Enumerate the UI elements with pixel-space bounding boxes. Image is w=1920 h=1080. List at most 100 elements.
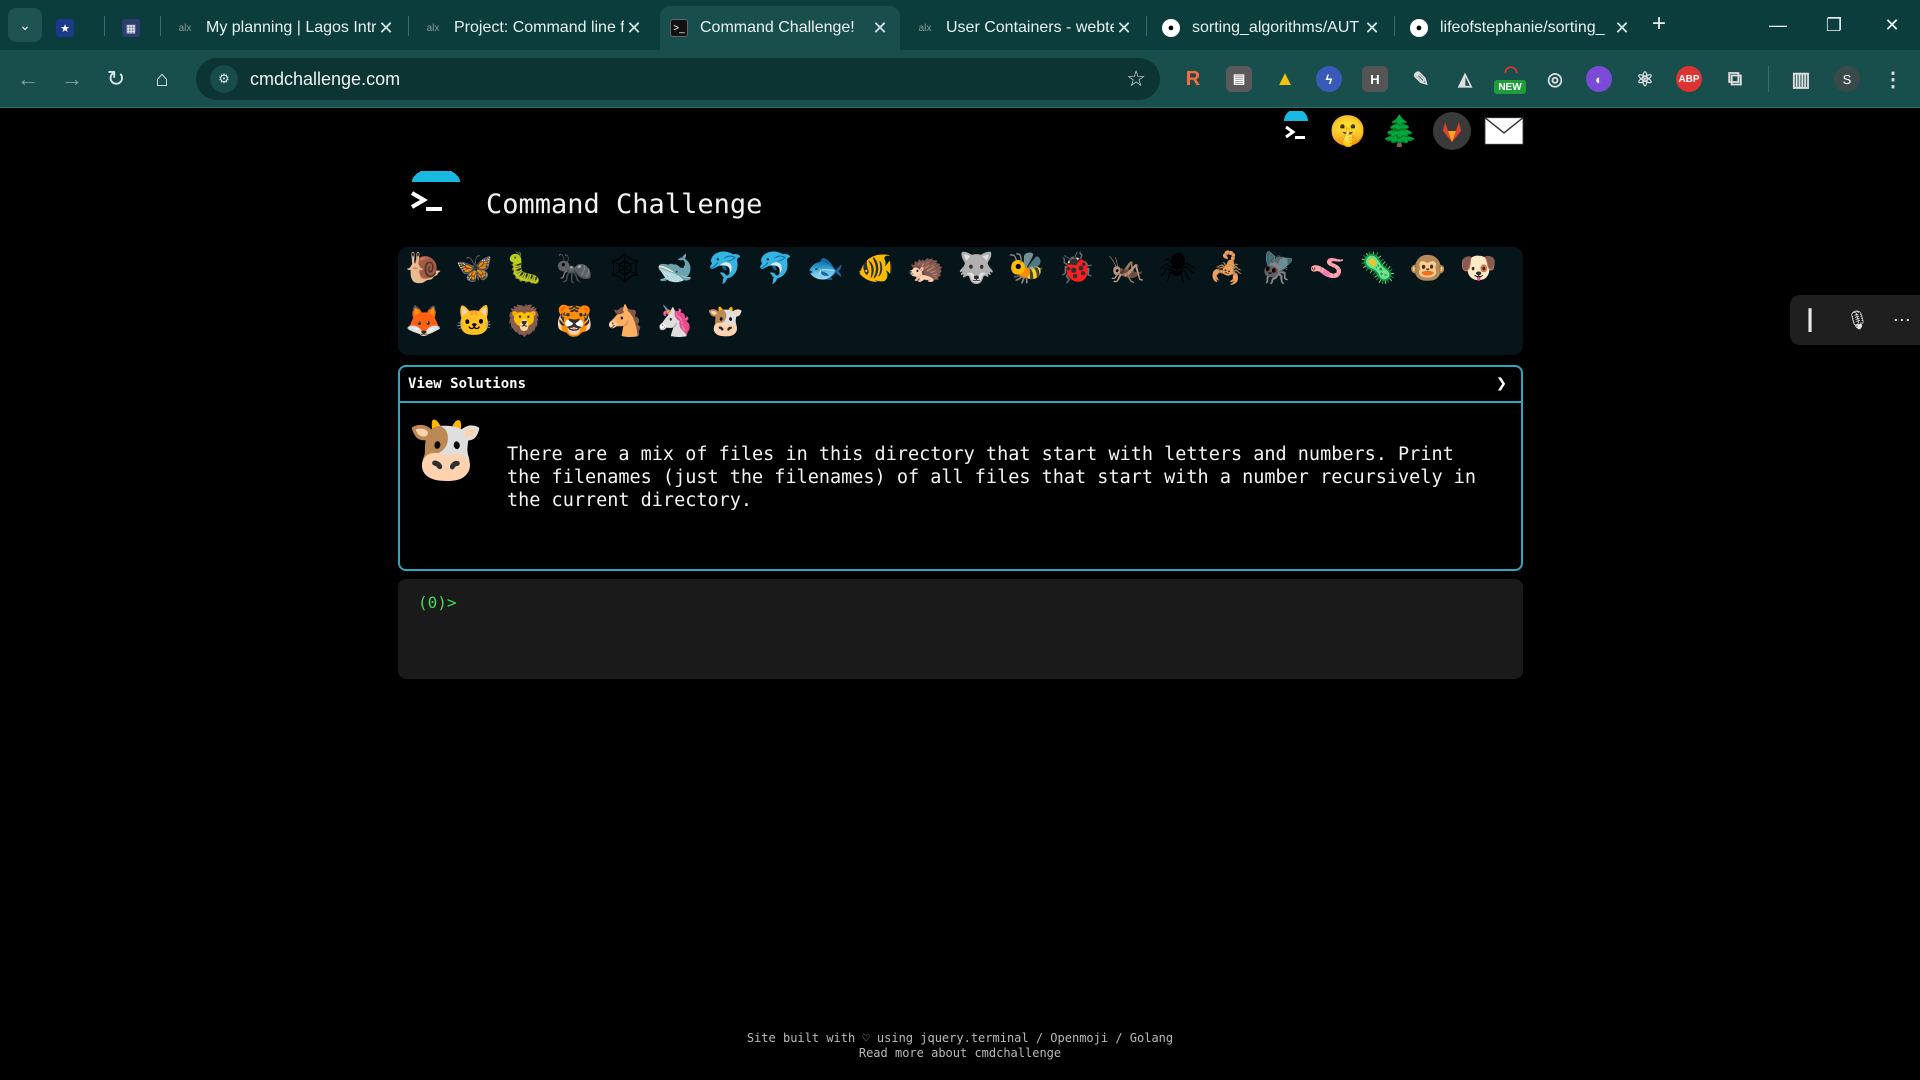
extension-r-icon[interactable]: R — [1180, 66, 1206, 92]
level-1-13-icon[interactable]: 🐝 — [1006, 249, 1046, 289]
toolbar-separator — [1768, 66, 1769, 92]
level-1-4-icon[interactable]: 🐜 — [555, 249, 595, 289]
close-window-icon[interactable]: ✕ — [1872, 8, 1912, 42]
terminal[interactable]: (0)> — [398, 579, 1523, 679]
extension-printer-icon[interactable]: ▤ — [1226, 66, 1252, 92]
page-content: 🤫 🌲 Command Challenge 🐌🦋🐛🐜🕸🐋🐬🐬🐟🐠🦔🐺🐝🐞🦗🕷� — [0, 109, 1920, 1080]
extension-rainbow-icon[interactable]: ◠ — [1498, 62, 1524, 82]
alx-icon: alx — [426, 22, 440, 34]
extensions-puzzle-icon[interactable]: ⧉ — [1722, 66, 1748, 92]
tab-pinned-2[interactable]: ▦ — [122, 6, 162, 50]
close-icon[interactable]: ✕ — [1612, 18, 1632, 39]
view-solutions-toggle[interactable]: View Solutions ❯ — [400, 367, 1521, 403]
envelope-icon[interactable] — [1484, 111, 1524, 151]
level-2-7-icon[interactable]: 🐮 — [705, 302, 745, 342]
close-icon[interactable]: ✕ — [1362, 18, 1382, 39]
extension-bird-icon[interactable]: ◭ — [1452, 66, 1478, 92]
forward-icon[interactable]: → — [56, 63, 88, 95]
url-text[interactable]: cmdchallenge.com — [250, 69, 400, 90]
tree-icon[interactable]: 🌲 — [1380, 111, 1420, 151]
drive-icon[interactable]: ▲ — [1272, 66, 1298, 92]
level-1-9-icon[interactable]: 🐟 — [806, 249, 846, 289]
new-tab-button[interactable]: + — [1652, 10, 1666, 38]
lightbulb-icon[interactable]: ◎ — [1542, 66, 1568, 92]
reload-icon[interactable]: ↻ — [100, 63, 132, 95]
react-devtools-icon[interactable]: ⚛ — [1632, 66, 1658, 92]
eyedropper-icon[interactable]: ✎ — [1408, 66, 1434, 92]
level-1-11-icon[interactable]: 🦔 — [906, 249, 946, 289]
extension-h-icon[interactable]: H — [1362, 66, 1388, 92]
level-1-12-icon[interactable]: 🐺 — [956, 249, 996, 289]
menu-dots-icon[interactable]: ⋮ — [1880, 66, 1906, 92]
home-icon[interactable]: ⌂ — [146, 63, 178, 95]
drag-handle-icon[interactable]: ┃ — [1804, 308, 1816, 333]
close-icon[interactable]: ✕ — [870, 18, 890, 39]
gitlab-icon[interactable] — [1432, 111, 1472, 151]
level-1-21-icon[interactable]: 🐵 — [1408, 249, 1448, 289]
star-icon: ★ — [56, 19, 74, 37]
level-2-2-icon[interactable]: 🐱 — [454, 302, 494, 342]
terminal-logo-icon[interactable] — [1276, 111, 1316, 151]
side-panel-icon[interactable]: ▥ — [1788, 66, 1814, 92]
address-bar[interactable]: ⚙ cmdchallenge.com ☆ — [196, 58, 1160, 100]
tab-command-challenge[interactable]: >_ Command Challenge! ✕ — [660, 6, 900, 50]
tab-sorting-algorithms[interactable]: ● sorting_algorithms/AUT ✕ — [1162, 6, 1382, 50]
profile-avatar[interactable]: S — [1834, 66, 1860, 92]
level-1-14-icon[interactable]: 🐞 — [1057, 249, 1097, 289]
github-icon: ● — [1162, 19, 1180, 37]
close-icon[interactable]: ✕ — [1114, 18, 1134, 39]
close-icon[interactable]: ✕ — [624, 18, 644, 39]
tab-separator — [160, 16, 161, 36]
footer-read-more-link[interactable]: Read more about cmdchallenge — [0, 1046, 1920, 1061]
level-1-19-icon[interactable]: 🪱 — [1308, 249, 1348, 289]
level-1-3-icon[interactable]: 🐛 — [504, 249, 544, 289]
extension-gradient-icon[interactable]: ◐ — [1586, 66, 1612, 92]
extension-bolt-icon[interactable]: ϟ — [1316, 66, 1342, 92]
tab-lifeofstephanie-sorting[interactable]: ● lifeofstephanie/sorting_ ✕ — [1410, 6, 1632, 50]
level-1-7-icon[interactable]: 🐬 — [705, 249, 745, 289]
adblock-plus-icon[interactable]: ABP — [1676, 66, 1702, 92]
level-1-22-icon[interactable]: 🐶 — [1458, 249, 1498, 289]
view-solutions-label: View Solutions — [408, 376, 527, 392]
level-1-8-icon[interactable]: 🐬 — [755, 249, 795, 289]
close-icon[interactable]: ✕ — [376, 18, 396, 39]
microphone-icon[interactable]: 🎙 — [1846, 310, 1869, 331]
site-logo — [408, 168, 464, 227]
back-icon[interactable]: ← — [12, 63, 44, 95]
tab-user-containers[interactable]: alx User Containers - webte ✕ — [916, 6, 1134, 50]
level-1-1-icon[interactable]: 🐌 — [404, 249, 444, 289]
level-1-17-icon[interactable]: 🦂 — [1207, 249, 1247, 289]
tab-my-planning[interactable]: alx My planning | Lagos Intr ✕ — [176, 6, 396, 50]
level-1-20-icon[interactable]: 🦠 — [1358, 249, 1398, 289]
level-2-6-icon[interactable]: 🦄 — [655, 302, 695, 342]
browser-tab-bar: ⌄ ★ ▦ alx My planning | Lagos Intr ✕ alx… — [0, 0, 1920, 50]
level-2-3-icon[interactable]: 🦁 — [504, 302, 544, 342]
level-1-16-icon[interactable]: 🕷 — [1157, 249, 1197, 289]
shushing-face-icon[interactable]: 🤫 — [1328, 111, 1368, 151]
level-1-18-icon[interactable]: 🪰 — [1257, 249, 1297, 289]
level-1-15-icon[interactable]: 🦗 — [1107, 249, 1147, 289]
github-icon: ● — [1410, 19, 1428, 37]
footer: Site built with ♡ using jquery.terminal … — [0, 1031, 1920, 1061]
calendar-icon: ▦ — [122, 19, 140, 37]
tab-title: My planning | Lagos Intr — [206, 19, 376, 36]
level-1-2-icon[interactable]: 🦋 — [454, 249, 494, 289]
restore-icon[interactable]: ❐ — [1814, 8, 1854, 42]
level-1-6-icon[interactable]: 🐋 — [655, 249, 695, 289]
level-1-10-icon[interactable]: 🐠 — [856, 249, 896, 289]
level-2-4-icon[interactable]: 🐯 — [555, 302, 595, 342]
tab-pinned-1[interactable]: ★ — [56, 6, 96, 50]
bookmark-star-icon[interactable]: ☆ — [1126, 66, 1146, 92]
footer-credits: Site built with ♡ using jquery.terminal … — [746, 1031, 1174, 1045]
minimize-icon[interactable]: — — [1758, 8, 1798, 42]
tab-project-command-line[interactable]: alx Project: Command line f ✕ — [424, 6, 644, 50]
more-icon[interactable]: ⋯ — [1893, 310, 1911, 331]
terminal-icon: >_ — [670, 19, 688, 37]
site-info-icon[interactable]: ⚙ — [210, 65, 238, 93]
cow-icon: 🐮 — [407, 414, 485, 484]
tab-search-button[interactable]: ⌄ — [8, 8, 42, 42]
level-2-1-icon[interactable]: 🦊 — [404, 302, 444, 342]
level-1-5-icon[interactable]: 🕸 — [605, 249, 645, 289]
new-badge: NEW — [1494, 80, 1526, 94]
level-2-5-icon[interactable]: 🐴 — [605, 302, 645, 342]
